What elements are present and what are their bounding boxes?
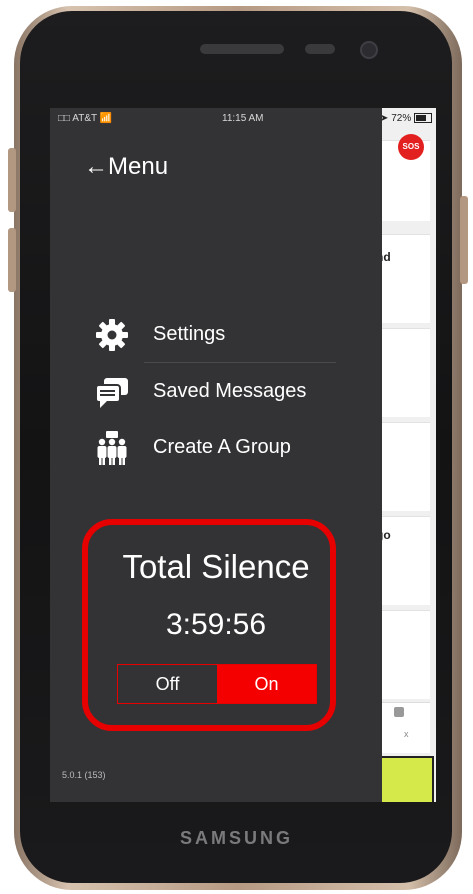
background-card[interactable] — [374, 234, 430, 323]
lock-icon — [394, 707, 404, 717]
background-graphic — [380, 756, 434, 802]
status-bar-drawer: □□ AT&T 📶 11:15 AM — [50, 108, 382, 130]
menu-item-saved-messages[interactable]: Saved Messages — [94, 372, 338, 412]
toggle-off-option[interactable]: Off — [118, 665, 217, 703]
silence-toggle[interactable]: Off On — [117, 664, 317, 704]
carrier-label: □□ AT&T 📶 — [58, 113, 113, 124]
battery-percent: 72% — [391, 113, 412, 124]
battery-indicator: ➤ 72% — [380, 113, 432, 124]
sos-button[interactable]: SOS — [398, 134, 424, 160]
phone-screen: nd go SOS x ➤ 72% □□ AT&T 📶 11:15 AM ←Me… — [50, 108, 436, 802]
silence-countdown-timer: 3:59:56 — [165, 608, 267, 641]
group-icon — [94, 430, 130, 466]
menu-divider — [144, 362, 336, 363]
tab-label: x — [404, 729, 409, 739]
gear-icon — [94, 317, 130, 353]
background-card[interactable] — [374, 328, 430, 417]
menu-item-settings[interactable]: Settings — [94, 315, 338, 355]
earpiece-speaker — [200, 44, 284, 54]
app-version: 5.0.1 (153) — [62, 770, 106, 780]
menu-back-button[interactable]: ←Menu — [84, 153, 168, 181]
power-button — [460, 196, 468, 284]
background-card[interactable] — [374, 610, 430, 699]
sensor — [305, 44, 335, 54]
menu-item-create-group[interactable]: Create A Group — [94, 428, 338, 468]
volume-button-lower — [8, 228, 16, 292]
menu-item-label: Settings — [153, 323, 226, 345]
background-card[interactable] — [374, 422, 430, 511]
device-brand-logo: SAMSUNG — [179, 828, 293, 848]
chat-bubbles-icon — [94, 374, 130, 410]
background-tab[interactable]: x — [374, 702, 430, 753]
front-camera — [360, 41, 378, 59]
status-time: 11:15 AM — [222, 113, 264, 124]
toggle-on-option[interactable]: On — [217, 665, 316, 703]
total-silence-title: Total Silence — [122, 548, 310, 585]
menu-item-label: Saved Messages — [153, 380, 307, 402]
menu-item-label: Create A Group — [153, 436, 291, 458]
battery-icon — [414, 113, 432, 124]
volume-button — [8, 148, 16, 212]
side-menu-drawer: □□ AT&T 📶 11:15 AM ←Menu Settings Saved … — [50, 108, 382, 802]
